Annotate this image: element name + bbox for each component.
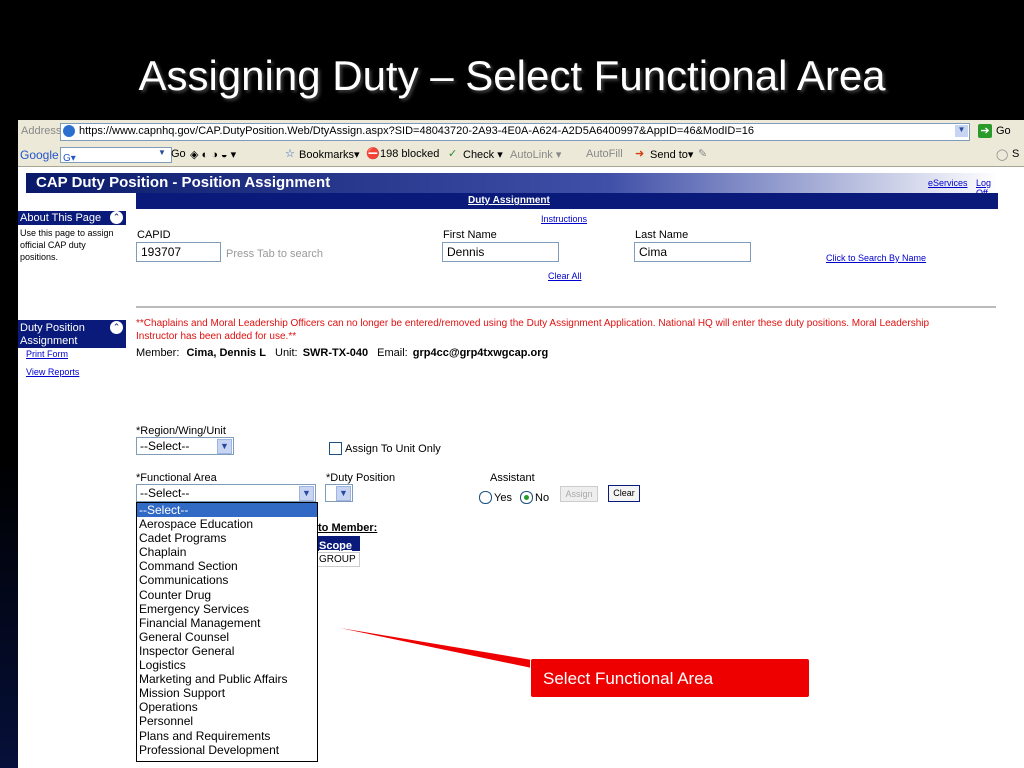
callout-box: Select Functional Area — [530, 658, 810, 698]
callout-arrow — [340, 628, 532, 668]
